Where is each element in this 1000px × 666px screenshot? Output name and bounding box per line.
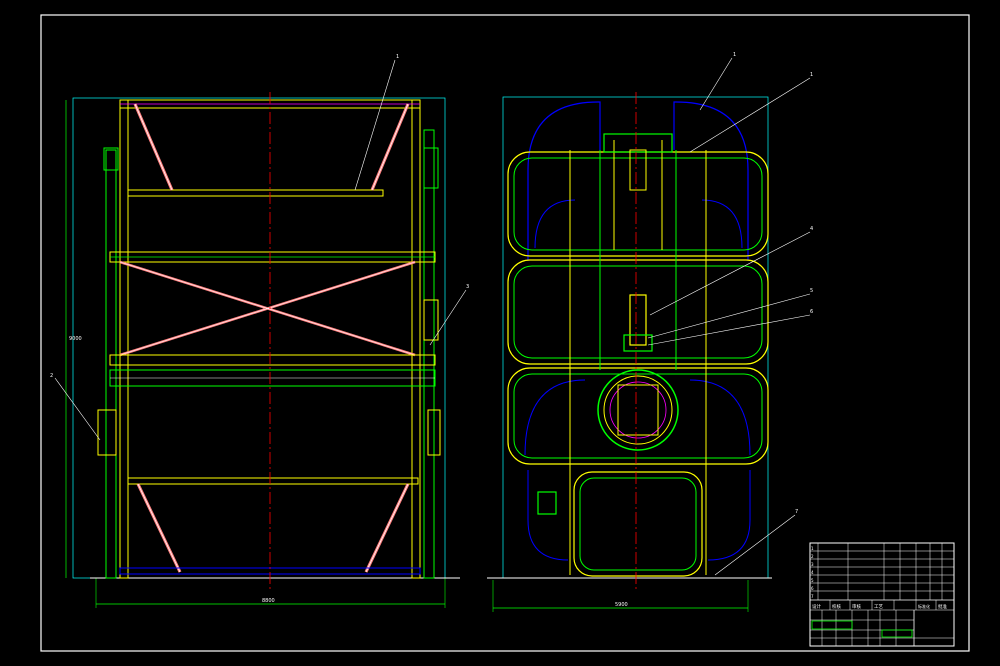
left-view-boundary (72, 97, 446, 579)
tb-label-check: 校核 (832, 603, 841, 610)
tb-row-2: 2 (811, 554, 814, 559)
right-section-view: 5900 1 1 4 5 6 7 (487, 52, 813, 612)
right-callout-4: 4 (810, 226, 813, 232)
left-height-dimension: 9000 (69, 336, 82, 342)
left-width-dimension: 8800 (262, 598, 275, 604)
left-callout-1: 1 (396, 54, 399, 60)
left-elevation-view: 9000 8800 1 2 3 (50, 54, 469, 608)
tb-row-5: 5 (811, 578, 814, 583)
cad-drawing-canvas: 9000 8800 1 2 3 5900 1 1 4 5 6 7 1 2 3 4… (40, 14, 970, 652)
right-callout-1b: 1 (810, 72, 813, 78)
right-width-dimension: 5900 (615, 602, 628, 608)
tb-label-design: 设计 (812, 603, 821, 610)
right-callout-7: 7 (795, 509, 798, 515)
tb-row-1: 1 (811, 546, 814, 551)
tb-row-3: 3 (811, 562, 814, 567)
right-view-boundary (502, 96, 769, 579)
title-block: 1 2 3 4 5 6 7 设计 校核 审核 工艺 标准化 批准 (809, 542, 955, 647)
right-callout-1a: 1 (733, 52, 736, 58)
tb-label-approve: 批准 (938, 603, 947, 610)
right-callout-6: 6 (810, 309, 813, 315)
left-callout-2: 2 (50, 373, 53, 379)
left-callout-3: 3 (466, 284, 469, 290)
right-callout-5: 5 (810, 288, 813, 294)
tb-label-standard: 标准化 (918, 603, 930, 609)
tb-row-4: 4 (811, 570, 814, 575)
tb-row-7: 7 (811, 594, 814, 599)
tb-label-process: 工艺 (874, 604, 883, 610)
drawing-border (40, 14, 970, 652)
tb-row-6: 6 (811, 586, 814, 591)
tb-label-review: 审核 (852, 603, 861, 610)
